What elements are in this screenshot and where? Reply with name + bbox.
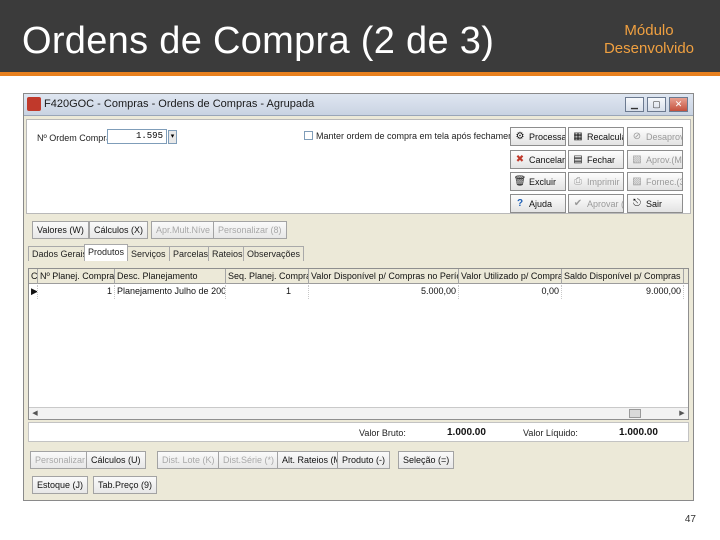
gross-value-label: Valor Bruto: [359, 428, 406, 438]
order-number-label: Nº Ordem Compra: [37, 133, 114, 143]
net-value-label: Valor Líquido: [523, 428, 578, 438]
exit-icon: ⎋ [633, 197, 641, 209]
horizontal-scrollbar[interactable]: ◀ ▶ [29, 407, 688, 419]
button-label: Sair [646, 198, 663, 209]
keep-order-checkbox[interactable] [304, 131, 313, 140]
disapprove-icon: ⊘ [632, 130, 642, 142]
close-button[interactable]: ✕ [669, 97, 688, 112]
minimize-button[interactable]: ▁ [625, 97, 644, 112]
valores-w-button[interactable]: Valores (W) [32, 221, 89, 239]
ajuda-button[interactable]: ? Ajuda [510, 194, 566, 213]
grid-header: C Nº Planej. Compras Desc. Planejamento Seq… [29, 269, 688, 284]
table-row[interactable]: ▶ 1 Planejamento Julho de 2009 1 5.000,00 0,0… [29, 285, 688, 299]
column-header[interactable]: Valor Utilizado p/ Compras [459, 269, 562, 284]
scroll-right-icon[interactable]: ▶ [676, 408, 688, 419]
recalcular-button[interactable]: ▦ Recalcular [568, 127, 624, 146]
button-label: Imprimir [587, 176, 620, 187]
column-header[interactable]: Valor Disponível p/ Compras no Período [309, 269, 459, 284]
order-number-lookup-button[interactable]: ▾ [168, 130, 177, 144]
desaprovar-button[interactable]: ⊘ Desaprovar [627, 127, 683, 146]
button-label: Ajuda [529, 198, 553, 209]
processar-button[interactable]: ⚙ Processar [510, 127, 566, 146]
button-label: Processar [529, 131, 566, 142]
fornec-3-button[interactable]: ▨ Fornec.(3) [627, 172, 683, 191]
column-header[interactable]: Seq. Planej. Compras [226, 269, 309, 284]
dist-lote-k-button[interactable]: Dist. Lote (K) [157, 451, 220, 469]
column-header[interactable]: Saldo Disponível p/ Compras (OTE) [562, 269, 684, 284]
scroll-left-icon[interactable]: ◀ [29, 408, 41, 419]
check-icon: ✔ [573, 197, 583, 209]
products-grid: C Nº Planej. Compras Desc. Planejamento Seq… [28, 268, 689, 420]
subtitle-line-1: Módulo [624, 22, 674, 39]
app-icon [27, 97, 41, 111]
button-label: Recalcular [587, 131, 623, 142]
excluir-button[interactable]: 🗑 Excluir [510, 172, 566, 191]
totals-bar: Valor Bruto: 1.000.00 Valor Líquido: 1.0… [28, 422, 689, 442]
calculos-x-button[interactable]: Cálculos (X) [89, 221, 149, 239]
keep-order-label: Manter ordem de compra em tela após fech… [316, 131, 521, 141]
button-label: Aprovar (1) [587, 198, 624, 209]
cancelar-button[interactable]: ✖ Cancelar [510, 150, 566, 169]
column-header[interactable]: Nº Planej. Compras [38, 269, 115, 284]
net-value: 1.000.00 [619, 427, 658, 438]
column-header[interactable]: C [29, 269, 38, 284]
aprov-m-button[interactable]: ▧ Aprov.(M) [627, 150, 683, 169]
table-cell: 9.000,00 [562, 285, 684, 299]
tab-servicos[interactable]: Serviços [127, 246, 170, 261]
table-cell: 5.000,00 [309, 285, 459, 299]
apr-mult-nive-button[interactable]: Apr.Mult.Níve [151, 221, 216, 239]
button-label: Fechar [587, 154, 616, 165]
approve-multiple-icon: ▧ [632, 153, 642, 165]
table-cell: 1 [38, 285, 115, 299]
fechar-button[interactable]: ▤ Fechar [568, 150, 624, 169]
process-icon: ⚙ [515, 130, 525, 142]
calculos-u-button[interactable]: Cálculos (U) [86, 451, 146, 469]
gross-value: 1.000.00 [447, 427, 486, 438]
page-number: 47 [684, 514, 696, 525]
tab-rateios[interactable]: Rateios [208, 246, 247, 261]
button-label: Fornec.(3) [646, 176, 682, 187]
window-title: F420GOC - Compras - Ordens de Compras - … [44, 98, 315, 110]
scroll-thumb[interactable] [629, 409, 641, 418]
close-doc-icon: ▤ [573, 153, 583, 165]
table-cell: 0,00 [459, 285, 562, 299]
tab-observacoes[interactable]: Observações [243, 246, 305, 261]
order-header-form: Nº Ordem Compra: 1.595 ▾ Manter ordem de… [26, 119, 691, 214]
produto-button[interactable]: Produto (-) [337, 451, 391, 469]
cancel-icon: ✖ [515, 153, 525, 165]
aprovar-1-button[interactable]: ✔ Aprovar (1) [568, 194, 624, 213]
tab-produtos[interactable]: Produtos [84, 244, 129, 261]
button-label: Aprov.(M) [646, 154, 683, 165]
slide-title: Ordens de Compra (2 de 3) [22, 20, 495, 62]
tab-dados-gerais[interactable]: Dados Gerais [28, 246, 92, 261]
personalizar-8-button[interactable]: Personalizar (8) [213, 221, 287, 239]
estoque-j-button[interactable]: Estoque (J) [32, 476, 89, 494]
purchase-order-window: F420GOC - Compras - Ordens de Compras - … [23, 93, 694, 501]
help-icon: ? [516, 197, 524, 209]
button-label: Desaprovar [646, 131, 682, 142]
trash-icon: 🗑 [513, 175, 527, 187]
slide-subtitle: Módulo Desenvolvido [594, 22, 704, 58]
table-cell: Planejamento Julho de 2009 [115, 285, 226, 299]
button-label: Excluir [529, 176, 557, 187]
column-header[interactable]: Desc. Planejamento [115, 269, 226, 284]
order-number-field[interactable]: 1.595 [107, 129, 167, 144]
window-titlebar[interactable]: F420GOC - Compras - Ordens de Compras - … [24, 94, 693, 116]
print-icon: ⎙ [574, 175, 582, 187]
selecao-button[interactable]: Seleção (=) [398, 451, 455, 469]
subtitle-line-2: Desenvolvido [603, 40, 695, 57]
tab-parcelas[interactable]: Parcelas [169, 246, 213, 261]
supplier-icon: ▨ [632, 175, 642, 187]
button-label: Cancelar [529, 154, 566, 165]
maximize-button[interactable]: ▢ [647, 97, 666, 112]
dist-serie-button[interactable]: Dist.Série (*) [218, 451, 280, 469]
slide-header: Ordens de Compra (2 de 3) Módulo Desenvo… [0, 0, 720, 76]
calculator-icon: ▦ [573, 130, 583, 142]
table-cell: 1 [226, 285, 309, 299]
row-indicator-icon: ▶ [29, 285, 38, 299]
imprimir-button[interactable]: ⎙ Imprimir [568, 172, 624, 191]
sair-button[interactable]: ⎋ Sair [627, 194, 683, 213]
tab-preco-9-button[interactable]: Tab.Preço (9) [93, 476, 158, 494]
